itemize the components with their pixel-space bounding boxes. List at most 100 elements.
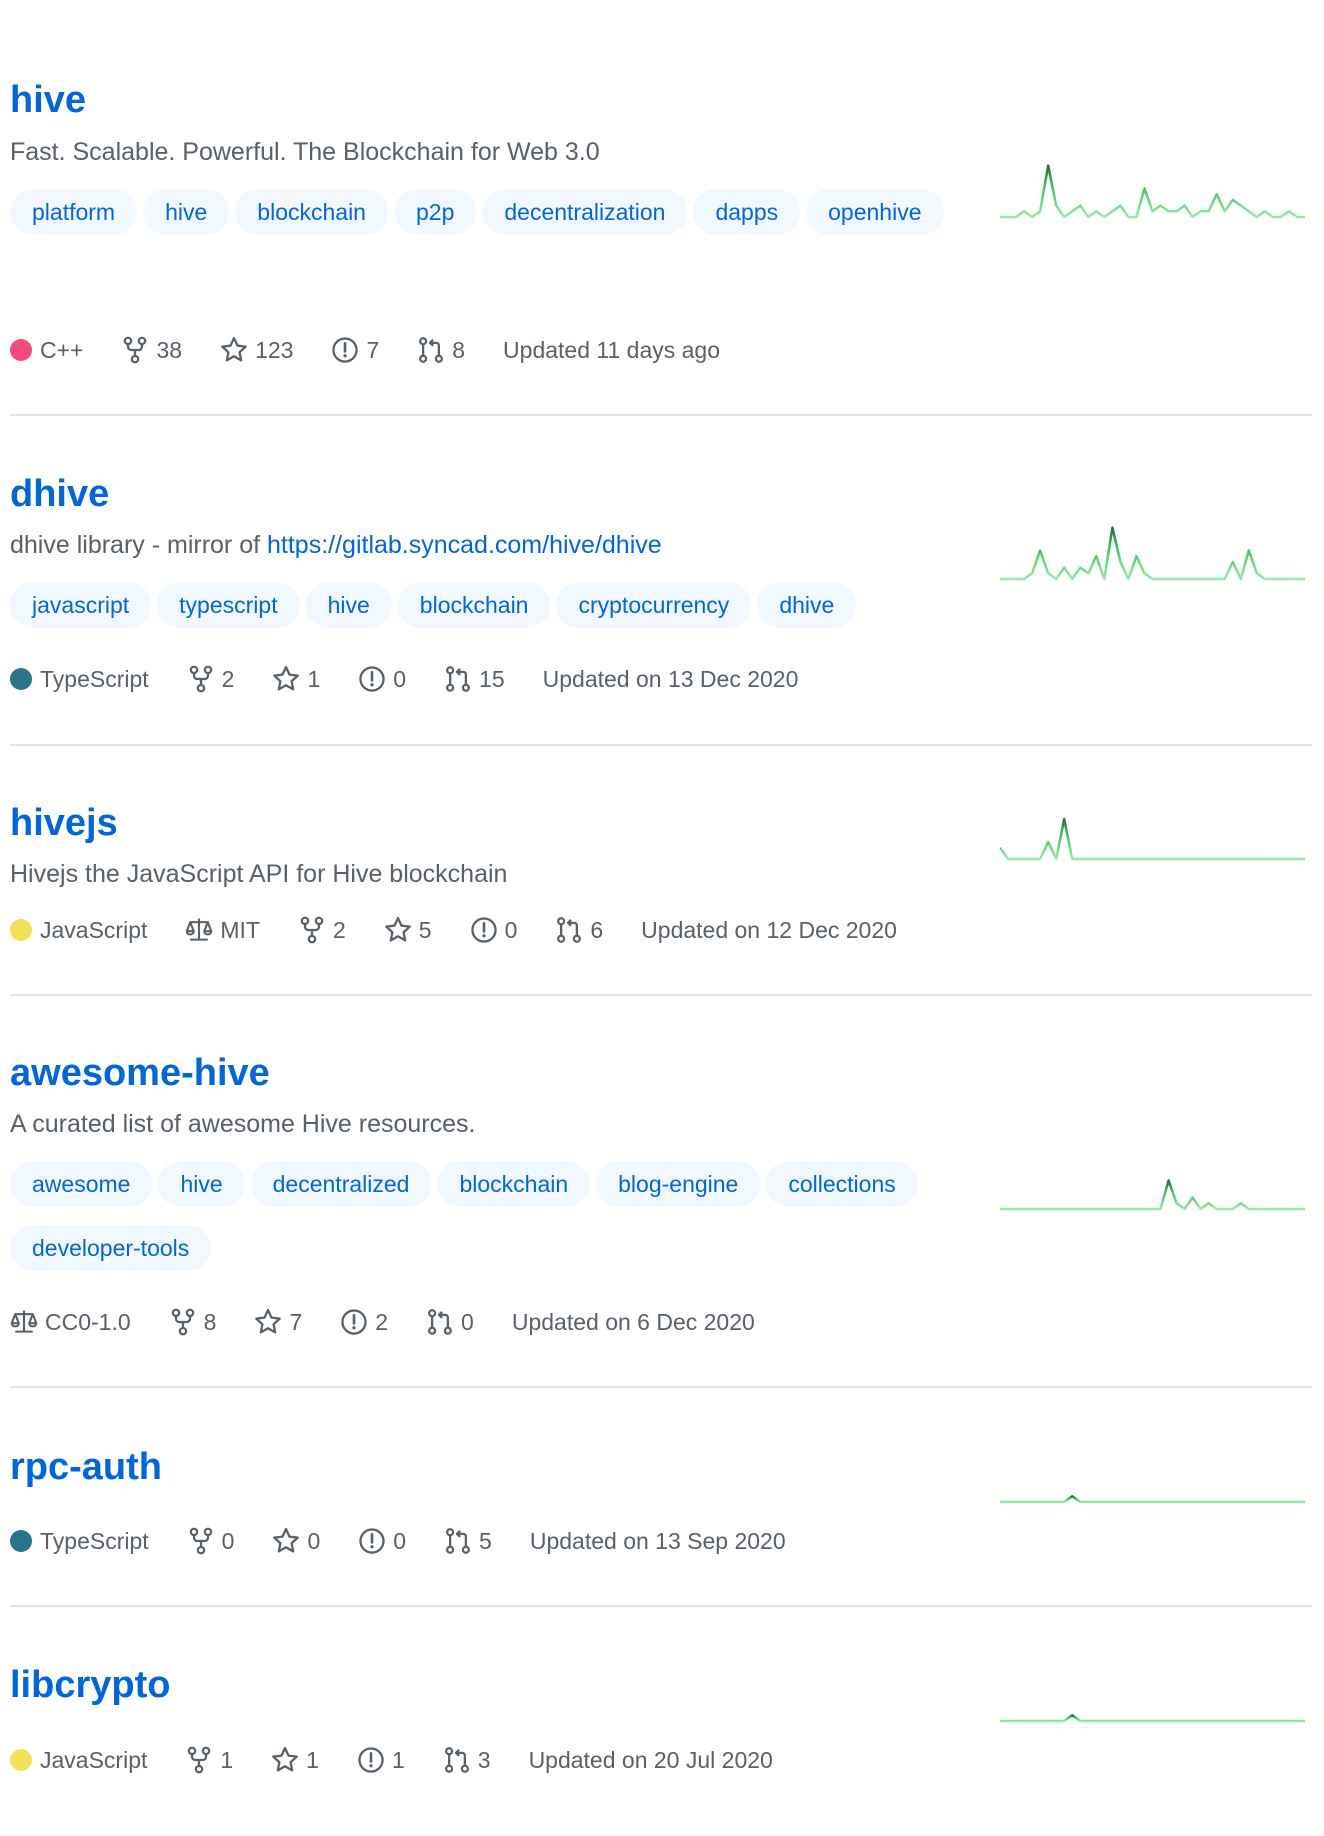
topic-tag[interactable]: hive: [158, 1161, 245, 1207]
language-color-dot: [10, 668, 32, 690]
license-link[interactable]: CC0-1.0: [10, 1308, 131, 1336]
forks-link[interactable]: 38: [121, 336, 182, 364]
topic-tag[interactable]: dapps: [693, 189, 801, 235]
stars-link[interactable]: 1: [272, 665, 320, 693]
topic-tag[interactable]: decentralization: [482, 189, 688, 235]
topic-tag[interactable]: hive: [305, 582, 392, 628]
topic-tag[interactable]: blockchain: [235, 189, 388, 235]
sparkline-line: [1000, 526, 1305, 581]
topic-tag[interactable]: p2p: [393, 189, 477, 235]
topic-tag[interactable]: cryptocurrency: [556, 582, 752, 628]
description-link[interactable]: https://gitlab.syncad.com/hive/dhive: [267, 531, 662, 559]
forks-link[interactable]: 2: [298, 916, 346, 944]
fork-icon: [298, 916, 326, 944]
pulls-link[interactable]: 15: [444, 665, 505, 693]
issues-link[interactable]: 0: [358, 1527, 406, 1555]
stars-link[interactable]: 0: [272, 1527, 320, 1555]
pulls-count: 3: [477, 1746, 491, 1773]
license-label: MIT: [220, 916, 260, 943]
license-link[interactable]: MIT: [185, 916, 260, 944]
star-icon: [272, 1527, 300, 1555]
topic-list: javascript typescript hive blockchain cr…: [10, 582, 1000, 628]
repo-name-link[interactable]: hivejs: [10, 801, 118, 845]
topic-tag[interactable]: blog-engine: [596, 1161, 761, 1207]
divider: [10, 1386, 1312, 1388]
issues-count: 1: [391, 1746, 405, 1773]
updated-time: Updated on 12 Dec 2020: [641, 916, 897, 943]
repo-meta: TypeScript 0 0 0 5 Updated on 13 Sep 202…: [10, 1525, 824, 1557]
stars-link[interactable]: 5: [384, 916, 432, 944]
issue-icon: [470, 916, 498, 944]
language-color-dot: [10, 339, 32, 361]
topic-tag[interactable]: dhive: [757, 582, 857, 628]
language-label: JavaScript: [40, 916, 148, 943]
forks-link[interactable]: 1: [185, 1746, 233, 1774]
repo-meta: TypeScript 2 1 0 15 Updated on 13 Dec 20…: [10, 663, 836, 695]
sparkline-graph: [1000, 164, 1305, 219]
pulls-count: 5: [479, 1527, 492, 1554]
issues-link[interactable]: 0: [358, 665, 406, 693]
sparkline-graph: [1000, 1714, 1305, 1723]
pull-request-icon: [444, 665, 472, 693]
topic-tag[interactable]: javascript: [10, 582, 152, 628]
sparkline-line: [1000, 164, 1305, 219]
repo-name-link[interactable]: dhive: [10, 472, 109, 516]
issues-link[interactable]: 0: [470, 916, 517, 944]
repo-name-link[interactable]: hive: [10, 78, 86, 122]
pulls-count: 8: [452, 336, 466, 363]
topic-tag[interactable]: collections: [766, 1161, 918, 1207]
activity-sparkline: [1000, 797, 1305, 862]
star-icon: [271, 1746, 299, 1774]
sparkline-graph: [1000, 526, 1305, 581]
sparkline-graph: [1000, 1495, 1305, 1504]
forks-link[interactable]: 0: [187, 1527, 235, 1555]
topic-tag[interactable]: platform: [10, 189, 138, 235]
language: C++: [10, 337, 83, 364]
forks-count: 1: [220, 1746, 234, 1773]
sparkline-line: [1000, 817, 1305, 861]
forks-count: 0: [221, 1527, 235, 1554]
topic-tag[interactable]: openhive: [806, 189, 944, 235]
topic-tag[interactable]: hive: [143, 189, 230, 235]
topic-tag[interactable]: developer-tools: [10, 1225, 212, 1271]
repo-name-link[interactable]: awesome-hive: [10, 1051, 270, 1095]
repo-name-link[interactable]: libcrypto: [10, 1663, 170, 1707]
topic-list: awesome hive decentralized blockchain bl…: [10, 1161, 1000, 1271]
forks-link[interactable]: 8: [169, 1308, 216, 1336]
stars-link[interactable]: 123: [220, 336, 293, 364]
language-label: C++: [40, 336, 84, 363]
pulls-link[interactable]: 0: [426, 1308, 474, 1336]
pulls-link[interactable]: 6: [555, 916, 603, 944]
topic-tag[interactable]: blockchain: [437, 1161, 591, 1207]
repo-description: dhive library - mirror of https://gitlab…: [10, 529, 662, 561]
license-label: CC0-1.0: [45, 1308, 131, 1335]
updated-time: Updated on 13 Sep 2020: [529, 1527, 786, 1554]
stars-count: 123: [255, 336, 294, 363]
updated-time: Updated on 6 Dec 2020: [511, 1308, 755, 1335]
topic-tag[interactable]: decentralized: [250, 1161, 432, 1207]
stars-link[interactable]: 1: [271, 1746, 319, 1774]
issue-icon: [340, 1308, 368, 1336]
repo-meta: JavaScript 1 1 1 3 Updated on 20 Jul 202…: [10, 1744, 811, 1776]
repo-name-link[interactable]: rpc-auth: [10, 1445, 162, 1489]
divider: [10, 1605, 1312, 1607]
issues-link[interactable]: 7: [331, 336, 379, 364]
topic-tag[interactable]: typescript: [157, 582, 300, 628]
pulls-link[interactable]: 5: [444, 1527, 492, 1555]
forks-link[interactable]: 2: [187, 665, 234, 693]
stars-count: 7: [289, 1308, 303, 1335]
pulls-link[interactable]: 8: [417, 336, 465, 364]
activity-sparkline: [1000, 1659, 1305, 1724]
activity-sparkline: [1000, 155, 1305, 220]
topic-tag[interactable]: awesome: [10, 1161, 153, 1207]
issues-count: 2: [375, 1308, 389, 1335]
sparkline-line: [1000, 1714, 1305, 1723]
topic-tag[interactable]: blockchain: [397, 582, 551, 628]
law-icon: [10, 1308, 38, 1336]
issue-icon: [357, 1746, 385, 1774]
pulls-link[interactable]: 3: [443, 1746, 491, 1774]
updated-time: Updated on 20 Jul 2020: [528, 1746, 773, 1773]
stars-link[interactable]: 7: [254, 1308, 302, 1336]
issues-link[interactable]: 2: [340, 1308, 388, 1336]
issues-link[interactable]: 1: [357, 1746, 405, 1774]
